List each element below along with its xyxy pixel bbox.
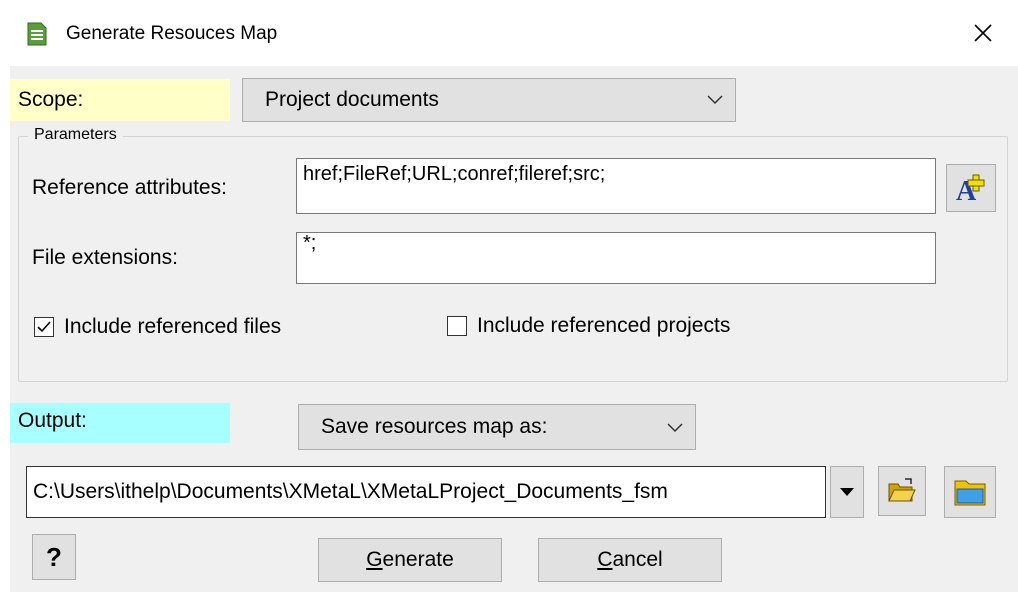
output-path-input[interactable]: C:\Users\ithelp\Documents\XMetaL\XMetaLP… <box>26 466 826 518</box>
help-button[interactable]: ? <box>32 534 76 580</box>
output-selected-value: Save resources map as: <box>321 415 548 438</box>
file-extensions-value: *; <box>303 232 317 254</box>
caret-down-icon <box>840 488 854 496</box>
include-referenced-files-checkbox[interactable]: Include referenced files <box>34 315 281 339</box>
include-referenced-files-label: Include referenced files <box>64 315 282 338</box>
output-path-value: C:\Users\ithelp\Documents\XMetaL\XMetaLP… <box>33 480 668 503</box>
font-add-icon: A <box>956 174 985 204</box>
include-referenced-projects-label: Include referenced projects <box>477 314 731 337</box>
checkbox-checked[interactable] <box>34 317 54 337</box>
cancel-button[interactable]: Cancel <box>538 538 722 582</box>
chevron-down-icon <box>667 423 683 433</box>
include-referenced-projects-checkbox[interactable]: Include referenced projects <box>447 314 730 338</box>
reference-attributes-label: Reference attributes: <box>32 176 227 199</box>
document-icon <box>27 22 47 46</box>
parameters-legend: Parameters <box>28 125 123 145</box>
cancel-button-label: Cancel <box>597 548 663 571</box>
browse-file-button[interactable] <box>878 466 926 516</box>
title-bar: Generate Resouces Map <box>0 0 1018 66</box>
window-title: Generate Resouces Map <box>66 23 278 44</box>
generate-button-label: Generate <box>366 548 454 571</box>
folder-icon <box>954 480 986 506</box>
scope-dropdown[interactable]: Project documents <box>242 78 736 122</box>
scope-selected-value: Project documents <box>265 88 439 111</box>
chevron-down-icon <box>707 95 723 105</box>
add-font-button[interactable]: A <box>946 164 996 212</box>
file-extensions-field[interactable]: *; <box>296 232 936 284</box>
output-dropdown[interactable]: Save resources map as: <box>298 404 696 450</box>
reference-attributes-field[interactable]: href;FileRef;URL;conref;fileref;src; <box>296 158 936 214</box>
generate-button[interactable]: Generate <box>318 538 502 582</box>
file-extensions-label: File extensions: <box>32 246 178 269</box>
window-edge <box>0 66 10 592</box>
close-button[interactable] <box>948 0 1018 66</box>
open-folder-icon <box>888 478 916 502</box>
open-folder-button[interactable] <box>944 466 996 518</box>
checkbox-unchecked[interactable] <box>447 316 467 336</box>
checkmark-icon <box>37 321 51 333</box>
close-icon <box>974 24 992 42</box>
path-history-dropdown-button[interactable] <box>830 466 864 518</box>
reference-attributes-value: href;FileRef;URL;conref;fileref;src; <box>303 163 606 185</box>
output-label: Output: <box>10 403 230 443</box>
scope-label: Scope: <box>10 79 230 121</box>
